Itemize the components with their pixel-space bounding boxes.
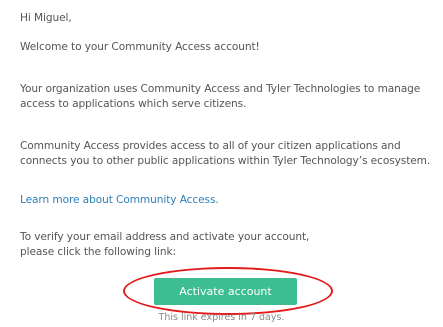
link-expiry-note: This link expires in 7 days. [158,312,285,323]
welcome-text: Welcome to your Community Access account… [20,41,260,53]
learn-more-link[interactable]: Learn more about Community Access. [20,193,219,208]
verify-paragraph: To verify your email address and activat… [20,230,420,260]
verify-line-1: To verify your email address and activat… [20,231,310,243]
verify-line-2: please click the following link: [20,246,176,258]
organization-paragraph: Your organization uses Community Access … [20,83,421,110]
provides-paragraph: Community Access provides access to all … [20,140,431,167]
activate-account-button[interactable]: Activate account [154,278,297,305]
greeting-text: Hi Miguel, [20,12,72,24]
